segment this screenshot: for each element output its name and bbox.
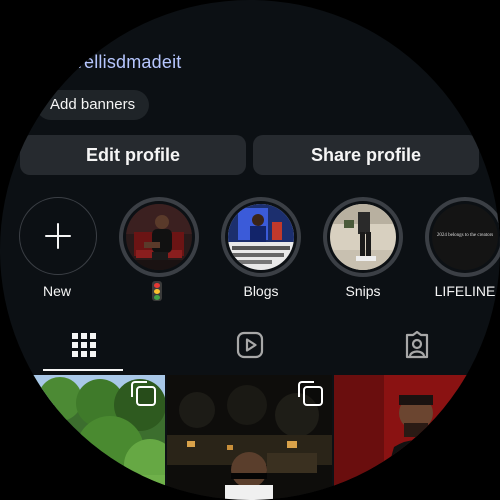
- watch-screen: r.ee/ellisdmadeit Add banners Edit profi…: [0, 0, 500, 500]
- multi-photo-icon: [131, 381, 156, 406]
- highlight-cover-photo: [330, 204, 396, 270]
- post-thumbnail[interactable]: [0, 375, 165, 500]
- reels-tab[interactable]: [235, 330, 265, 360]
- share-profile-button[interactable]: Share profile: [253, 135, 479, 175]
- highlight-snips[interactable]: [323, 197, 403, 277]
- add-banners-button[interactable]: Add banners: [36, 90, 150, 120]
- highlight-blogs[interactable]: [221, 197, 301, 277]
- post-image-red-portrait: [334, 375, 500, 500]
- highlight-label-blogs: Blogs: [243, 283, 279, 299]
- plus-icon: [45, 223, 71, 249]
- highlight-traffic-light[interactable]: [119, 197, 199, 277]
- highlight-label-snips: Snips: [345, 283, 381, 299]
- grid-icon: [72, 333, 96, 357]
- profile-link[interactable]: r.ee/ellisdmadeit: [48, 52, 181, 73]
- post-thumbnail[interactable]: [167, 375, 332, 500]
- post-thumbnail[interactable]: [334, 375, 500, 500]
- traffic-light-emoji: [152, 281, 162, 301]
- tagged-tab[interactable]: [402, 330, 432, 360]
- edit-profile-button[interactable]: Edit profile: [20, 135, 246, 175]
- highlight-label-new: New: [42, 283, 71, 299]
- highlight-cover-photo: [126, 204, 192, 270]
- highlight-cover-photo: [228, 204, 294, 270]
- active-tab-indicator: [43, 369, 123, 371]
- highlight-cover-photo: 2024 belongs to the creators: [432, 204, 498, 270]
- new-highlight-button[interactable]: [19, 197, 97, 275]
- grid-tab[interactable]: [69, 330, 99, 360]
- highlight-lifeline[interactable]: 2024 belongs to the creators: [425, 197, 500, 277]
- highlight-label-lifeline: LIFELINE: [434, 283, 496, 299]
- tagged-icon: [405, 330, 429, 359]
- reels-icon: [236, 331, 264, 359]
- multi-photo-icon: [298, 381, 323, 406]
- lifeline-cover-text: 2024 belongs to the creators: [436, 233, 494, 238]
